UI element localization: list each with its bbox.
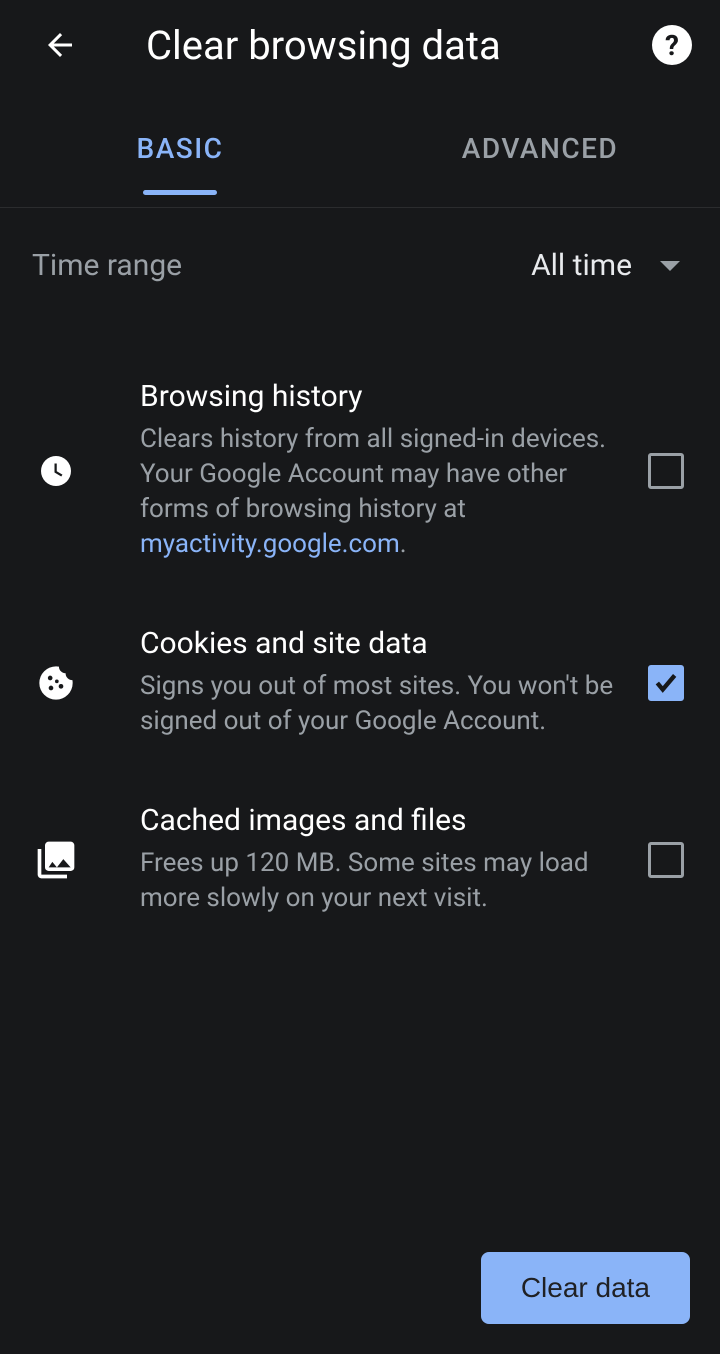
image-icon — [32, 838, 80, 882]
time-range-label: Time range — [32, 248, 531, 283]
myactivity-link[interactable]: myactivity.google.com — [140, 529, 400, 559]
item-cookies[interactable]: Cookies and site data Signs you out of m… — [0, 594, 720, 771]
item-body: Browsing history Clears history from all… — [140, 379, 648, 562]
tab-advanced[interactable]: ADVANCED — [360, 90, 720, 207]
item-title: Cached images and files — [140, 803, 628, 838]
page-title: Clear browsing data — [84, 22, 652, 69]
time-range-value: All time — [531, 248, 660, 283]
clear-data-button[interactable]: Clear data — [481, 1252, 690, 1324]
header: Clear browsing data ? — [0, 0, 720, 90]
tab-bar: BASIC ADVANCED — [0, 90, 720, 208]
item-description: Clears history from all signed-in device… — [140, 422, 628, 562]
item-body: Cached images and files Frees up 120 MB.… — [140, 803, 648, 916]
time-range-selector[interactable]: Time range All time — [0, 208, 720, 323]
item-cached[interactable]: Cached images and files Frees up 120 MB.… — [0, 771, 720, 948]
items-list: Browsing history Clears history from all… — [0, 323, 720, 948]
history-icon — [32, 453, 80, 489]
item-description: Signs you out of most sites. You won't b… — [140, 669, 628, 739]
cookie-icon — [32, 663, 80, 703]
arrow-back-icon — [42, 27, 78, 63]
help-button[interactable]: ? — [652, 25, 692, 65]
footer: Clear data — [481, 1252, 690, 1324]
tab-basic[interactable]: BASIC — [0, 90, 360, 207]
checkbox-browsing-history[interactable] — [648, 453, 684, 489]
checkbox-cookies[interactable] — [648, 665, 684, 701]
help-icon: ? — [665, 29, 679, 62]
back-button[interactable] — [36, 21, 84, 69]
item-description: Frees up 120 MB. Some sites may load mor… — [140, 846, 628, 916]
checkbox-cached[interactable] — [648, 842, 684, 878]
chevron-down-icon — [660, 261, 680, 271]
item-browsing-history[interactable]: Browsing history Clears history from all… — [0, 347, 720, 594]
item-title: Browsing history — [140, 379, 628, 414]
item-title: Cookies and site data — [140, 626, 628, 661]
item-body: Cookies and site data Signs you out of m… — [140, 626, 648, 739]
